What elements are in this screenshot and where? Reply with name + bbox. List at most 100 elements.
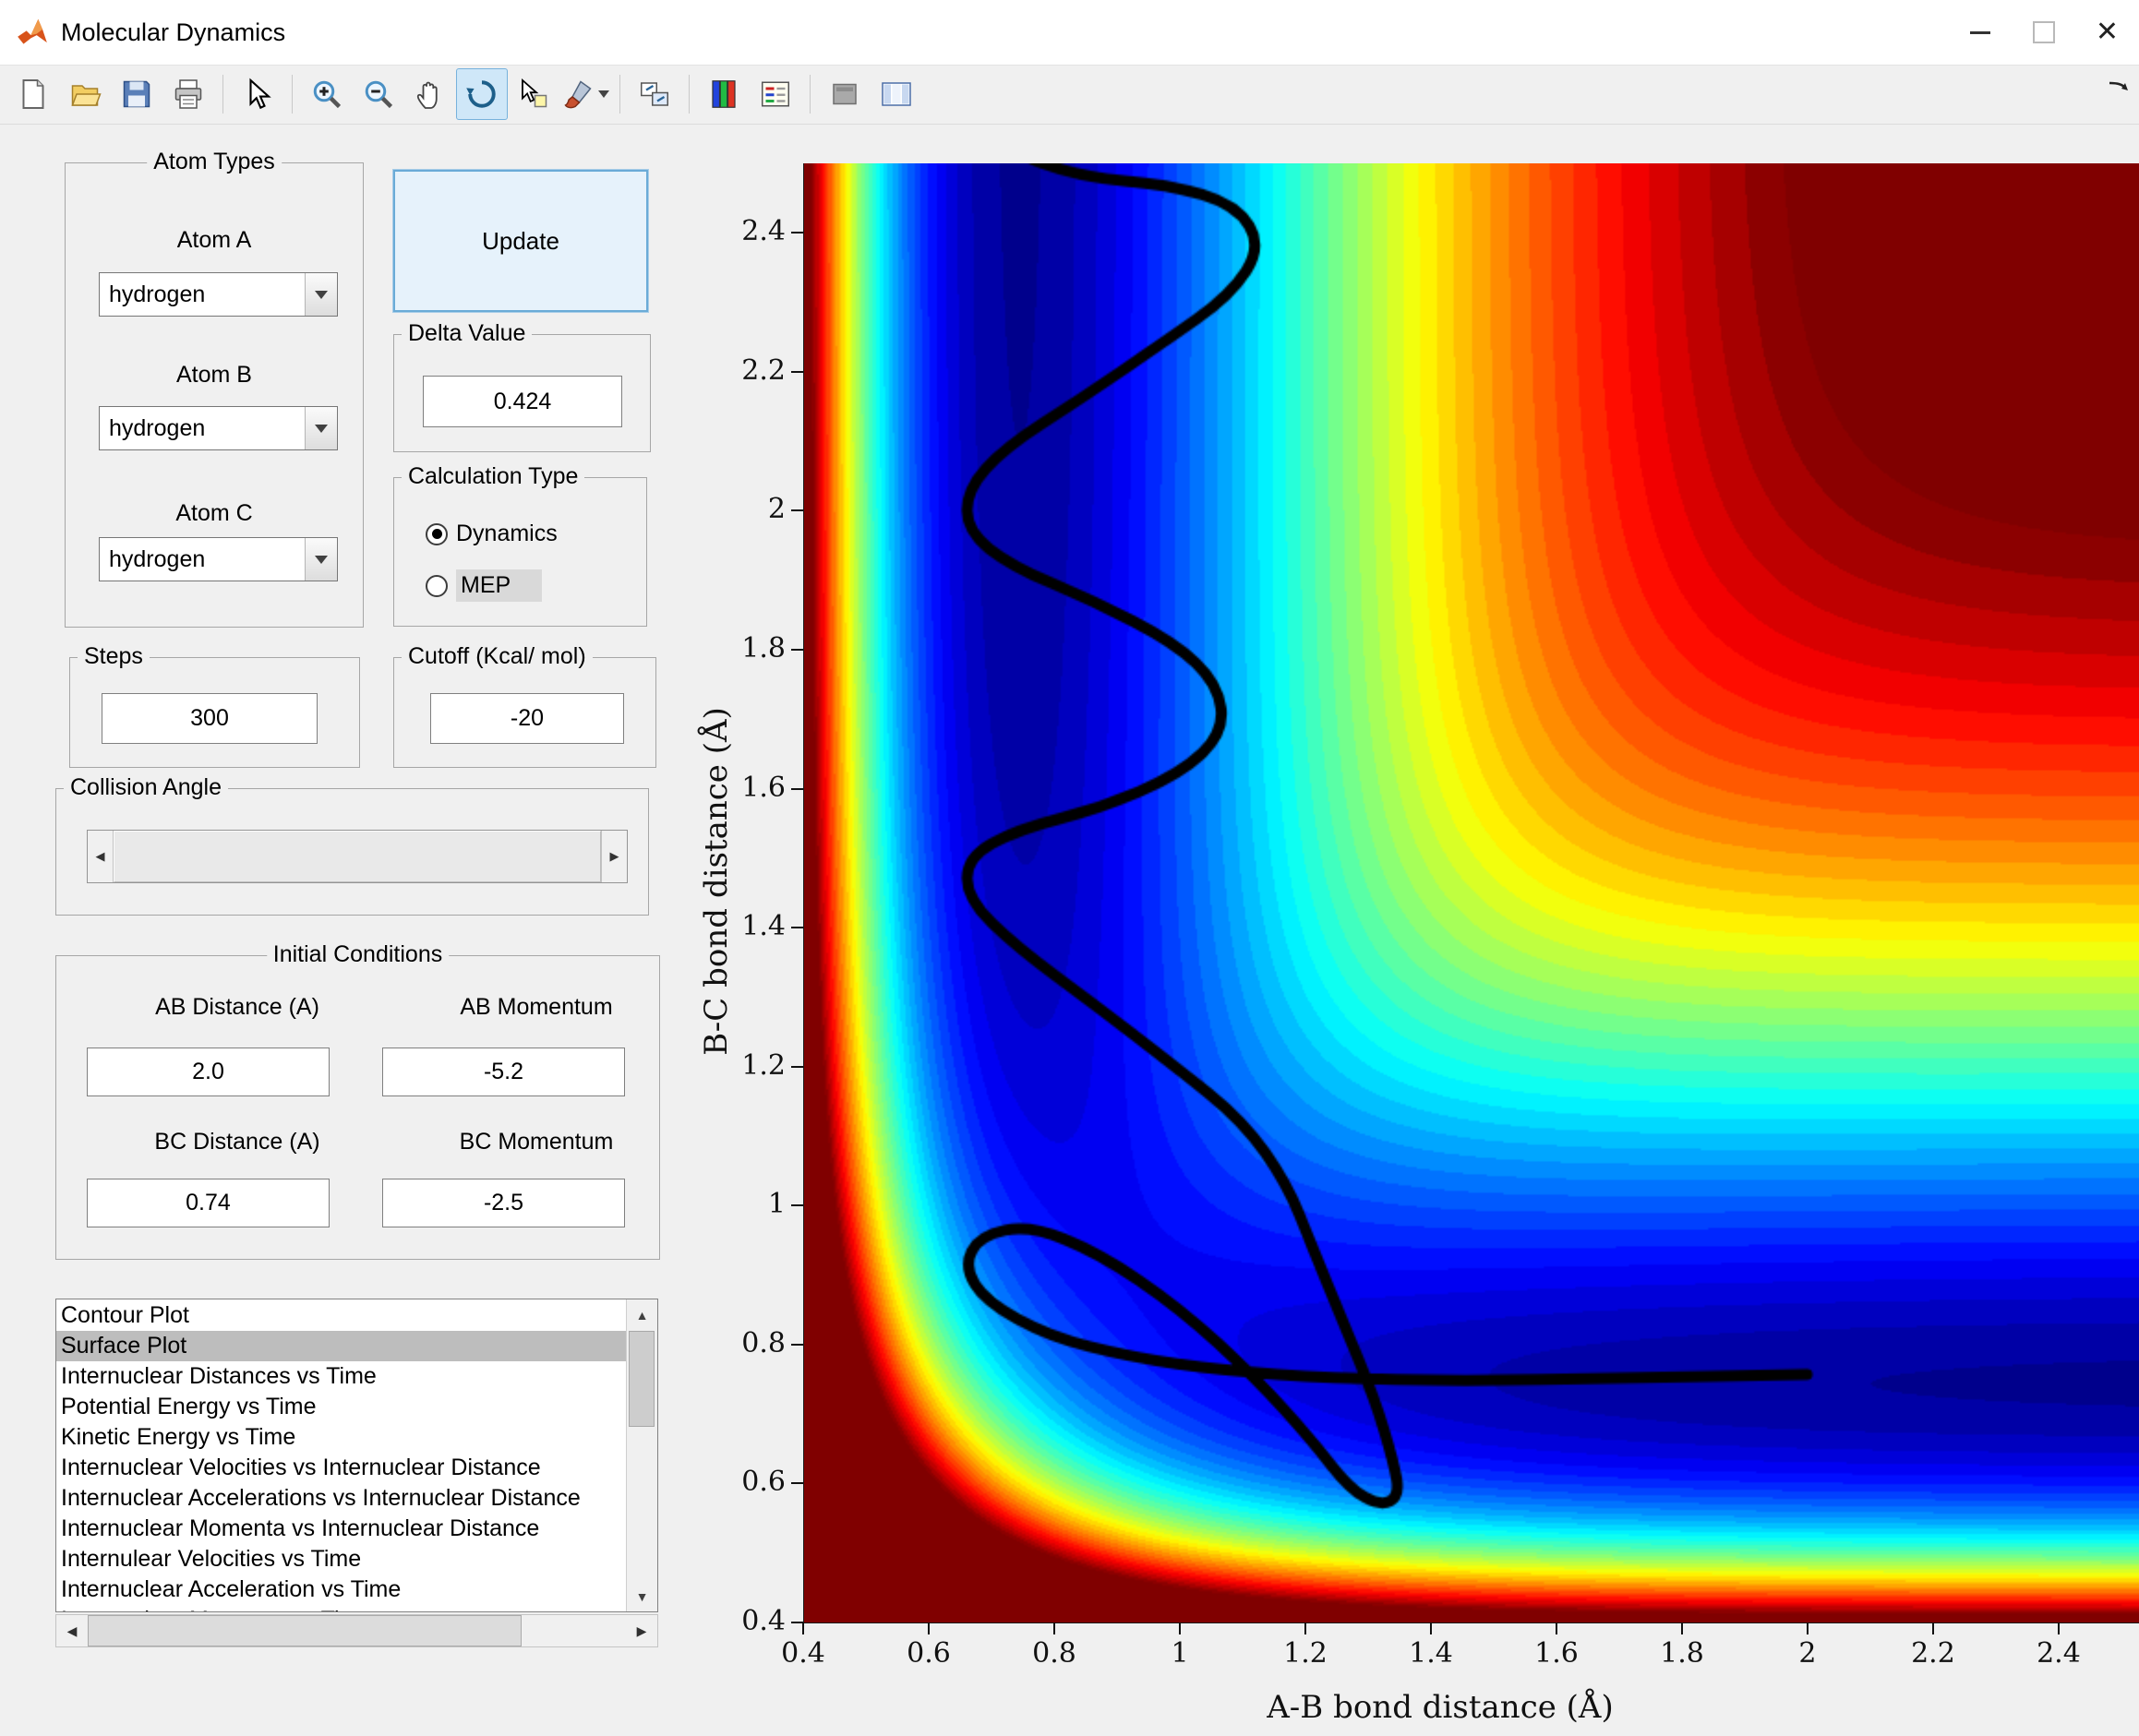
scroll-right-icon[interactable]: ▶ [626, 1615, 657, 1646]
steps-field[interactable] [102, 693, 318, 744]
save-figure-button[interactable] [111, 68, 162, 120]
list-item[interactable]: Internuclear Acceleration vs Time [56, 1574, 627, 1605]
edit-pointer-button[interactable] [232, 68, 283, 120]
x-axis-title: A-B bond distance (Å) [1267, 1689, 1614, 1726]
radio-dynamics[interactable]: Dynamics [426, 521, 558, 547]
colorbar-icon [712, 80, 736, 108]
atom-a-select[interactable]: hydrogen [99, 272, 338, 317]
chevron-down-icon [315, 290, 328, 299]
radio-dot-icon [431, 529, 442, 539]
plot-type-list: Contour Plot Surface Plot Internuclear Dis… [56, 1300, 627, 1611]
toolbar-overflow-icon[interactable] [2108, 79, 2132, 102]
atom-b-label: Atom B [176, 362, 252, 388]
close-button[interactable]: ✕ [2075, 0, 2139, 65]
y-tick-label: 1.2 [741, 1048, 786, 1082]
maximize-icon [2032, 21, 2055, 43]
x-tick-label: 1.8 [1660, 1637, 1704, 1670]
scroll-up-icon[interactable]: ▲ [627, 1299, 657, 1330]
atom-a-value: hydrogen [109, 281, 206, 307]
potential-surface-canvas[interactable] [804, 163, 2139, 1622]
y-tick-label: 1.4 [741, 910, 786, 943]
y-tick [791, 927, 803, 929]
collision-angle-slider[interactable]: ◀ ▶ [87, 830, 628, 883]
list-item[interactable]: Internulear Velocities vs Time [56, 1544, 627, 1574]
scroll-left-icon[interactable]: ◀ [56, 1615, 88, 1646]
new-figure-button[interactable] [7, 68, 59, 120]
ab-distance-field[interactable] [87, 1048, 330, 1096]
zoom-out-button[interactable] [353, 68, 404, 120]
radio-mep[interactable]: MEP [426, 569, 543, 602]
collision-angle-title: Collision Angle [64, 774, 228, 801]
y-tick [791, 370, 803, 373]
zoom-in-button[interactable] [301, 68, 353, 120]
y-tick-label: 1 [767, 1188, 786, 1221]
dropdown-button[interactable] [305, 407, 337, 449]
update-button[interactable]: Update [393, 170, 648, 312]
chevron-down-icon[interactable] [598, 90, 609, 98]
radio-circle-icon [426, 574, 448, 597]
cutoff-field[interactable] [430, 693, 624, 744]
ab-momentum-field[interactable] [382, 1048, 625, 1096]
data-cursor-button[interactable] [508, 68, 559, 120]
atom-c-value: hydrogen [109, 545, 206, 572]
horizontal-scroll-track[interactable] [522, 1615, 626, 1646]
list-item[interactable]: Internuclear Velocities vs Internuclear … [56, 1453, 627, 1483]
plot-type-listbox[interactable]: Contour Plot Surface Plot Internuclear Dis… [55, 1299, 658, 1612]
app-window: Molecular Dynamics ✕ Atom Types Atom A hy… [0, 0, 2139, 1736]
hide-plot-tools-button[interactable] [819, 68, 871, 120]
list-item[interactable]: Kinetic Energy vs Time [56, 1422, 627, 1453]
x-tick-label: 1 [1171, 1637, 1189, 1670]
window-title: Molecular Dynamics [61, 18, 286, 46]
slider-left-arrow[interactable]: ◀ [88, 831, 114, 882]
x-tick [1806, 1622, 1809, 1634]
insert-colorbar-button[interactable] [698, 68, 750, 120]
x-tick [1052, 1622, 1055, 1634]
insert-legend-button[interactable] [750, 68, 801, 120]
list-item[interactable]: Internuclear Momenta vs Time [56, 1605, 627, 1611]
list-item[interactable]: Contour Plot [56, 1300, 627, 1331]
dropdown-button[interactable] [305, 273, 337, 316]
x-tick [1931, 1622, 1934, 1634]
y-tick [791, 1622, 803, 1623]
tools_on-icon [882, 82, 911, 106]
list-item[interactable]: Surface Plot [56, 1331, 627, 1361]
horizontal-scroll-thumb[interactable] [88, 1615, 522, 1646]
bc-momentum-field[interactable] [382, 1179, 625, 1227]
link-plot-button[interactable] [629, 68, 680, 120]
slider-right-arrow[interactable]: ▶ [601, 831, 627, 882]
zoomout-icon [365, 80, 393, 109]
dropdown-button[interactable] [305, 538, 337, 581]
slider-thumb[interactable] [114, 831, 601, 882]
pan-button[interactable] [404, 68, 456, 120]
list-item[interactable]: Internuclear Distances vs Time [56, 1361, 627, 1392]
atom-b-select[interactable]: hydrogen [99, 406, 338, 450]
listbox-vertical-scrollbar[interactable]: ▲ ▼ [626, 1299, 657, 1611]
list-item[interactable]: Potential Energy vs Time [56, 1392, 627, 1422]
list-item[interactable]: Internuclear Momenta vs Internuclear Dis… [56, 1514, 627, 1544]
x-tick-label: 1.4 [1409, 1637, 1453, 1670]
x-tick-label: 2 [1798, 1637, 1817, 1670]
delta-value-field[interactable] [423, 376, 622, 427]
initial-conditions-title: Initial Conditions [266, 941, 450, 968]
bc-distance-field[interactable] [87, 1179, 330, 1227]
listbox-horizontal-scrollbar[interactable]: ◀ ▶ [55, 1614, 658, 1647]
update-button-label: Update [482, 226, 559, 255]
print-figure-button[interactable] [162, 68, 214, 120]
maximize-button[interactable] [2012, 0, 2075, 65]
minimize-button[interactable] [1948, 0, 2012, 65]
list-item[interactable]: Internuclear Accelerations vs Internucle… [56, 1483, 627, 1514]
legend-icon [762, 81, 789, 107]
open-file-button[interactable] [59, 68, 111, 120]
brush-data-button[interactable] [559, 68, 611, 120]
vertical-scroll-thumb[interactable] [629, 1331, 655, 1427]
rotate-3d-button[interactable] [456, 68, 508, 120]
atom-a-label: Atom A [176, 227, 252, 253]
bc-momentum-label: BC Momentum [459, 1129, 614, 1155]
atom-c-select[interactable]: hydrogen [99, 537, 338, 581]
y-tick [791, 1204, 803, 1207]
show-plot-tools-button[interactable] [871, 68, 922, 120]
chevron-down-icon [315, 555, 328, 564]
x-tick [1304, 1622, 1306, 1634]
new-icon [22, 79, 44, 109]
scroll-down-icon[interactable]: ▼ [627, 1581, 657, 1611]
